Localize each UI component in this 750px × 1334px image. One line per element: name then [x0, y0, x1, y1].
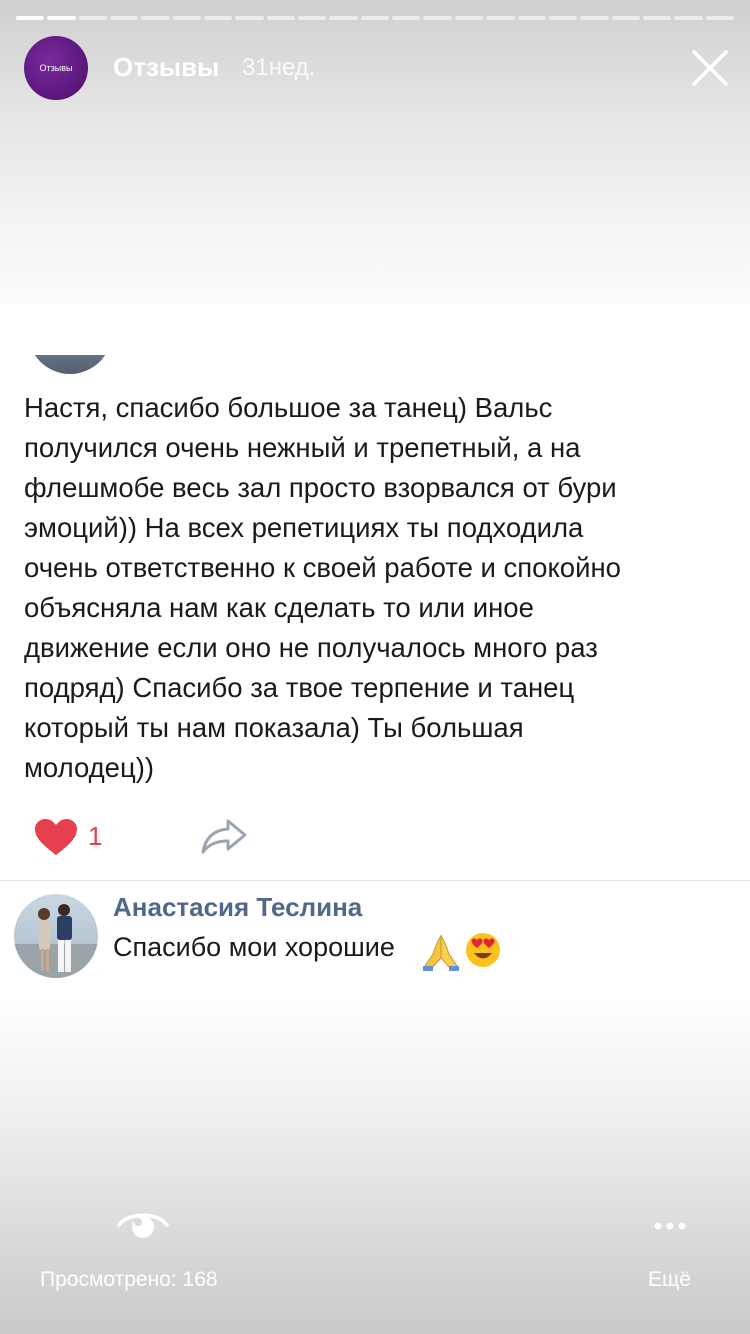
- story-progress-bar: [16, 16, 734, 20]
- progress-segment: [78, 16, 108, 20]
- progress-segment: [454, 16, 484, 20]
- progress-segment: [642, 16, 672, 20]
- progress-segment: [172, 16, 202, 20]
- more-dots-icon[interactable]: [650, 1218, 690, 1234]
- post-text-line: молодец)): [24, 752, 155, 783]
- progress-segment: [47, 16, 76, 20]
- progress-segment: [705, 16, 734, 20]
- avatar-label: Отзывы: [39, 63, 73, 73]
- progress-segment: [298, 16, 327, 20]
- views-count[interactable]: Просмотрено: 168: [40, 1268, 218, 1292]
- progress-segment: [16, 16, 45, 20]
- commenter-photo: [14, 904, 98, 978]
- story-avatar[interactable]: Отзывы: [24, 36, 88, 100]
- share-icon[interactable]: [199, 817, 249, 855]
- pray-emoji: [423, 934, 459, 971]
- screenshot-crop-mask: [0, 305, 750, 355]
- progress-segment: [204, 16, 233, 20]
- post-text-line: эмоций)) На всех репетициях ты подходила: [24, 512, 584, 543]
- post-text-line: флешмобе весь зал просто взорвался от бу…: [24, 472, 617, 503]
- post-text-line: получился очень нежный и трепетный, а на: [24, 432, 581, 463]
- post-text: Настя, спасибо большое за танец) Вальс п…: [24, 388, 724, 788]
- progress-segment: [517, 16, 546, 20]
- top-gradient: [0, 0, 750, 340]
- post-text-line: объясняла нам как сделать то или иное: [24, 592, 534, 623]
- story-title[interactable]: Отзывы: [113, 52, 219, 83]
- progress-segment: [360, 16, 390, 20]
- heart-eyes-emoji: [466, 933, 500, 967]
- progress-segment: [329, 16, 358, 20]
- post-text-line: Настя, спасибо большое за танец) Вальс: [24, 392, 553, 423]
- heart-icon[interactable]: [33, 817, 79, 857]
- more-button[interactable]: Ещё: [648, 1268, 691, 1292]
- progress-segment: [611, 16, 640, 20]
- post-text-line: очень ответственно к своей работе и спок…: [24, 552, 621, 583]
- progress-segment: [110, 16, 139, 20]
- close-icon[interactable]: [688, 46, 732, 90]
- comment-author[interactable]: Анастасия Теслина: [113, 892, 362, 923]
- comment-text: Спасибо мои хорошие: [113, 932, 395, 962]
- commenter-avatar[interactable]: [14, 894, 98, 978]
- progress-segment: [486, 16, 515, 20]
- progress-segment: [235, 16, 264, 20]
- progress-segment: [141, 16, 170, 20]
- progress-segment: [392, 16, 421, 20]
- post-text-line: подряд) Спасибо за твое терпение и танец: [24, 672, 575, 703]
- divider: [0, 880, 750, 881]
- story-time: 31нед.: [242, 54, 316, 81]
- progress-segment: [266, 16, 296, 20]
- eye-icon[interactable]: [116, 1205, 170, 1245]
- progress-segment: [548, 16, 578, 20]
- progress-segment: [580, 16, 609, 20]
- progress-segment: [423, 16, 452, 20]
- comment-date: [113, 978, 313, 988]
- progress-segment: [674, 16, 703, 20]
- like-count: 1: [88, 821, 103, 851]
- post-text-line: движение если оно не получалось много ра…: [24, 632, 598, 663]
- post-text-line: который ты нам показала) Ты большая: [24, 712, 524, 743]
